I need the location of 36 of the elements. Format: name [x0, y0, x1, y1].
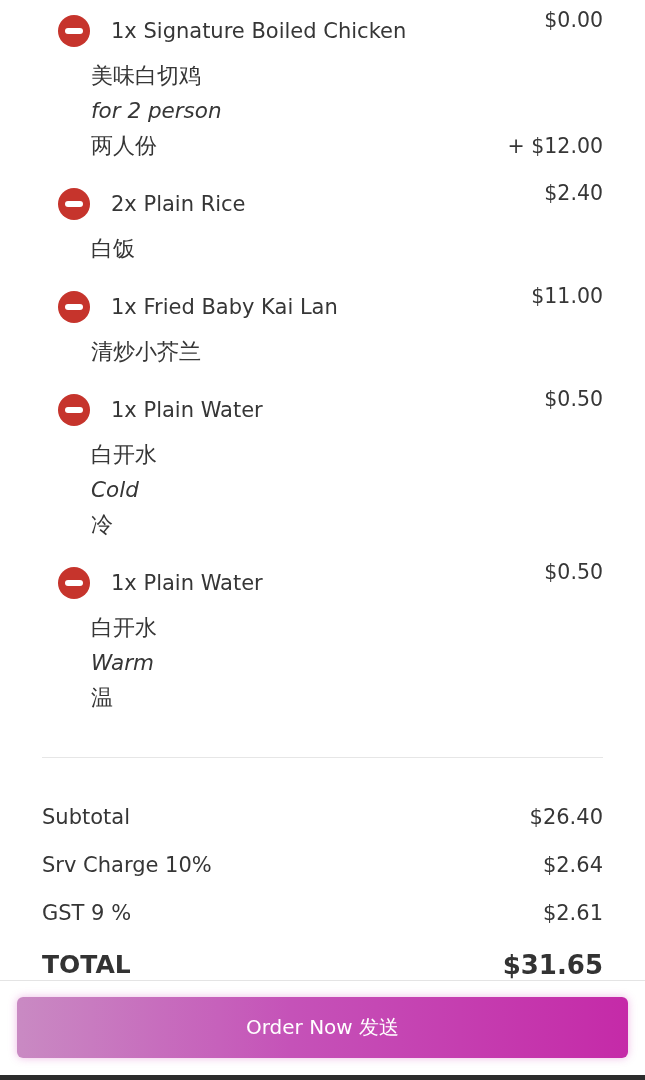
remove-icon[interactable]: [58, 291, 90, 323]
translation-text: 温: [91, 683, 113, 712]
total-label: TOTAL: [42, 950, 131, 980]
option-text: Warm: [91, 648, 155, 677]
summary-label: Srv Charge 10%: [42, 852, 212, 879]
translation-text: 白饭: [91, 234, 135, 263]
item-name: 1x Plain Water: [111, 570, 263, 597]
summary-label: GST 9 %: [42, 900, 132, 927]
translation-text: 白开水: [91, 440, 157, 469]
item-name: 1x Signature Boiled Chicken: [111, 18, 407, 45]
option-price: + $12.00: [507, 132, 603, 160]
order-now-button[interactable]: Order Now 发送: [17, 997, 628, 1058]
item-price: $0.50: [544, 389, 603, 409]
remove-icon[interactable]: [58, 394, 90, 426]
item-name: 1x Fried Baby Kai Lan: [111, 294, 338, 321]
item-name: 2x Plain Rice: [111, 191, 246, 218]
item-price: $0.00: [544, 10, 603, 30]
option-text: Cold: [91, 475, 139, 504]
remove-icon[interactable]: [58, 15, 90, 47]
translation-text: 冷: [91, 510, 113, 539]
item-price: $11.00: [531, 286, 603, 306]
summary-amount: $26.40: [529, 804, 603, 831]
summary-label: Subtotal: [42, 804, 130, 831]
translation-text: 白开水: [91, 613, 157, 642]
translation-text: 美味白切鸡: [91, 61, 201, 90]
item-name: 1x Plain Water: [111, 397, 263, 424]
summary-amount: $2.64: [542, 852, 603, 879]
item-price: $2.40: [544, 183, 603, 203]
translation-text: 两人份: [91, 131, 157, 160]
option-text: for 2 person: [91, 96, 222, 125]
remove-icon[interactable]: [58, 188, 90, 220]
summary-amount: $2.61: [542, 900, 603, 927]
total-amount: $31.65: [502, 950, 603, 980]
item-price: $0.50: [544, 562, 603, 582]
remove-icon[interactable]: [58, 567, 90, 599]
translation-text: 清炒小芥兰: [91, 337, 201, 366]
